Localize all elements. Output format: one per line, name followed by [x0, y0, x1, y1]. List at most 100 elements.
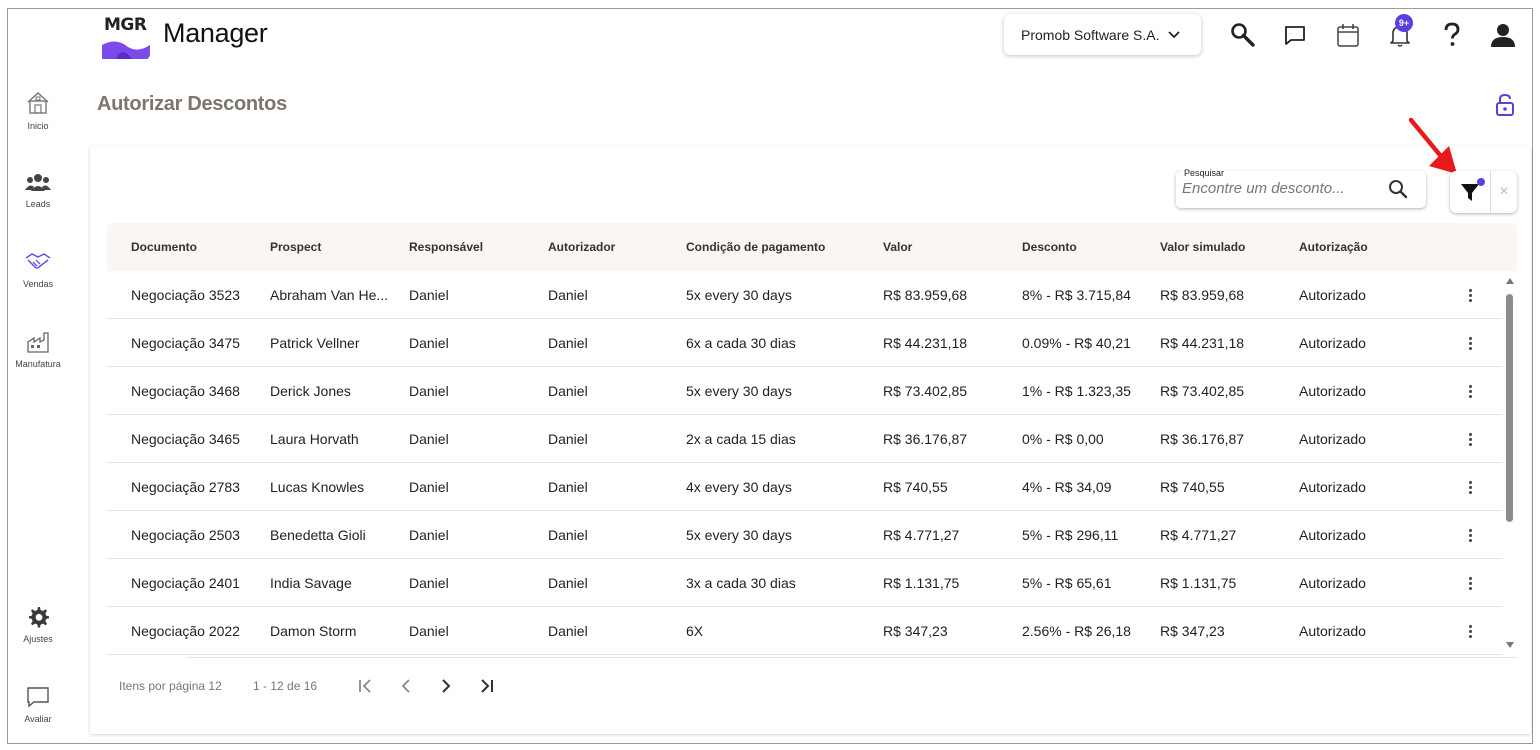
- items-per-page-label[interactable]: Itens por página 12: [119, 679, 222, 693]
- cell-documento: Negociação 2022: [131, 623, 240, 639]
- search-submit-button[interactable]: [1388, 179, 1408, 204]
- next-page-button[interactable]: [434, 675, 458, 697]
- table-row[interactable]: Negociação 2503 Benedetta Gioli Daniel D…: [107, 511, 1503, 559]
- table-row[interactable]: Negociação 2401 India Savage Daniel Dani…: [107, 559, 1503, 607]
- search-icon: [1231, 23, 1255, 47]
- table-row[interactable]: Negociação 3523 Abraham Van He... Daniel…: [107, 271, 1503, 319]
- scrollbar-thumb[interactable]: [1506, 294, 1513, 522]
- search-field[interactable]: Pesquisar: [1176, 168, 1426, 208]
- cell-responsavel: Daniel: [409, 431, 449, 447]
- cell-prospect: Laura Horvath: [270, 431, 359, 447]
- cell-autorizador: Daniel: [548, 383, 588, 399]
- sidebar-item-label: Leads: [25, 199, 51, 209]
- table-body: Negociação 3523 Abraham Van He... Daniel…: [107, 271, 1503, 655]
- logo-text: MGR: [104, 15, 147, 35]
- sidebar-item-avaliar[interactable]: Avaliar: [8, 685, 68, 724]
- cell-prospect: Benedetta Gioli: [270, 527, 366, 543]
- clear-filter-button[interactable]: ×: [1491, 171, 1517, 213]
- cell-desconto: 5% - R$ 65,61: [1022, 575, 1112, 591]
- table-footer-divider: [187, 657, 1517, 658]
- sidebar: Inicio Leads Vendas Manufatura Ajustes A…: [8, 70, 68, 742]
- cell-responsavel: Daniel: [409, 287, 449, 303]
- lock-button[interactable]: [1494, 93, 1516, 122]
- column-header-autorizacao[interactable]: Autorização: [1299, 240, 1368, 254]
- cell-autorizador: Daniel: [548, 575, 588, 591]
- column-header-autorizador[interactable]: Autorizador: [548, 240, 615, 254]
- sidebar-item-vendas[interactable]: Vendas: [8, 250, 68, 289]
- cell-autorizador: Daniel: [548, 527, 588, 543]
- row-menu-button[interactable]: [1462, 477, 1478, 497]
- column-header-condicao[interactable]: Condição de pagamento: [686, 240, 825, 254]
- sidebar-item-label: Inicio: [27, 121, 49, 131]
- cell-valor-simulado: R$ 1.131,75: [1160, 575, 1237, 591]
- sidebar-item-inicio[interactable]: Inicio: [8, 90, 68, 131]
- cell-desconto: 0.09% - R$ 40,21: [1022, 335, 1131, 351]
- row-menu-button[interactable]: [1462, 525, 1478, 545]
- factory-icon: [27, 332, 49, 353]
- cell-valor-simulado: R$ 347,23: [1160, 623, 1225, 639]
- sidebar-item-leads[interactable]: Leads: [8, 172, 68, 209]
- row-menu-button[interactable]: [1462, 621, 1478, 641]
- last-page-button[interactable]: [474, 675, 498, 697]
- filter-icon: [1461, 184, 1479, 201]
- more-vert-icon: [1468, 576, 1472, 580]
- table-row[interactable]: Negociação 2783 Lucas Knowles Daniel Dan…: [107, 463, 1503, 511]
- row-menu-button[interactable]: [1462, 333, 1478, 353]
- header-search-button[interactable]: [1229, 20, 1257, 50]
- table-row[interactable]: Negociação 2022 Damon Storm Daniel Danie…: [107, 607, 1503, 655]
- filter-button[interactable]: [1450, 171, 1491, 213]
- calendar-icon: [1337, 24, 1359, 47]
- cell-autorizacao: Autorizado: [1299, 383, 1366, 399]
- cell-condicao: 6X: [686, 623, 704, 639]
- cell-desconto: 8% - R$ 3.715,84: [1022, 287, 1131, 303]
- more-vert-icon: [1468, 288, 1472, 292]
- sidebar-item-ajustes[interactable]: Ajustes: [8, 605, 68, 644]
- cell-condicao: 6x a cada 30 dias: [686, 335, 796, 351]
- search-label: Pesquisar: [1183, 168, 1226, 178]
- table-row[interactable]: Negociação 3475 Patrick Vellner Daniel D…: [107, 319, 1503, 367]
- cell-responsavel: Daniel: [409, 479, 449, 495]
- cell-documento: Negociação 3468: [131, 383, 240, 399]
- cell-valor-simulado: R$ 44.231,18: [1160, 335, 1245, 351]
- cell-prospect: Damon Storm: [270, 623, 357, 639]
- scroll-up-arrow-icon[interactable]: [1506, 278, 1514, 284]
- cell-desconto: 4% - R$ 34,09: [1022, 479, 1112, 495]
- first-page-button[interactable]: [354, 675, 378, 697]
- cell-autorizador: Daniel: [548, 623, 588, 639]
- cell-autorizador: Daniel: [548, 335, 588, 351]
- column-header-desconto[interactable]: Desconto: [1022, 240, 1077, 254]
- user-profile-button[interactable]: [1489, 20, 1517, 50]
- more-vert-icon: [1468, 432, 1472, 436]
- calendar-button[interactable]: [1334, 20, 1362, 50]
- previous-page-button[interactable]: [394, 675, 418, 697]
- row-menu-button[interactable]: [1462, 429, 1478, 449]
- cell-desconto: 1% - R$ 1.323,35: [1022, 383, 1131, 399]
- search-icon: [1389, 180, 1408, 199]
- cell-autorizacao: Autorizado: [1299, 287, 1366, 303]
- help-button[interactable]: [1438, 20, 1466, 50]
- table-row[interactable]: Negociação 3465 Laura Horvath Daniel Dan…: [107, 415, 1503, 463]
- cell-valor: R$ 740,55: [883, 479, 948, 495]
- scroll-down-arrow-icon[interactable]: [1506, 642, 1514, 648]
- sidebar-item-manufatura[interactable]: Manufatura: [8, 330, 68, 369]
- messages-button[interactable]: [1281, 20, 1309, 50]
- cell-condicao: 3x a cada 30 dias: [686, 575, 796, 591]
- column-header-prospect[interactable]: Prospect: [270, 240, 321, 254]
- cell-responsavel: Daniel: [409, 575, 449, 591]
- column-header-valor-simulado[interactable]: Valor simulado: [1160, 240, 1245, 254]
- app-logo[interactable]: MGR: [100, 11, 150, 60]
- row-menu-button[interactable]: [1462, 285, 1478, 305]
- user-icon: [1491, 24, 1515, 47]
- column-header-documento[interactable]: Documento: [131, 240, 197, 254]
- column-header-responsavel[interactable]: Responsável: [409, 240, 483, 254]
- cell-documento: Negociação 3523: [131, 287, 240, 303]
- page-title: Autorizar Descontos: [97, 93, 287, 115]
- sidebar-item-label: Manufatura: [15, 359, 61, 369]
- company-selector[interactable]: Promob Software S.A.: [1004, 14, 1201, 55]
- row-menu-button[interactable]: [1462, 573, 1478, 593]
- cell-condicao: 5x every 30 days: [686, 527, 792, 543]
- row-menu-button[interactable]: [1462, 381, 1478, 401]
- search-input[interactable]: [1182, 180, 1382, 197]
- table-row[interactable]: Negociação 3468 Derick Jones Daniel Dani…: [107, 367, 1503, 415]
- column-header-valor[interactable]: Valor: [883, 240, 912, 254]
